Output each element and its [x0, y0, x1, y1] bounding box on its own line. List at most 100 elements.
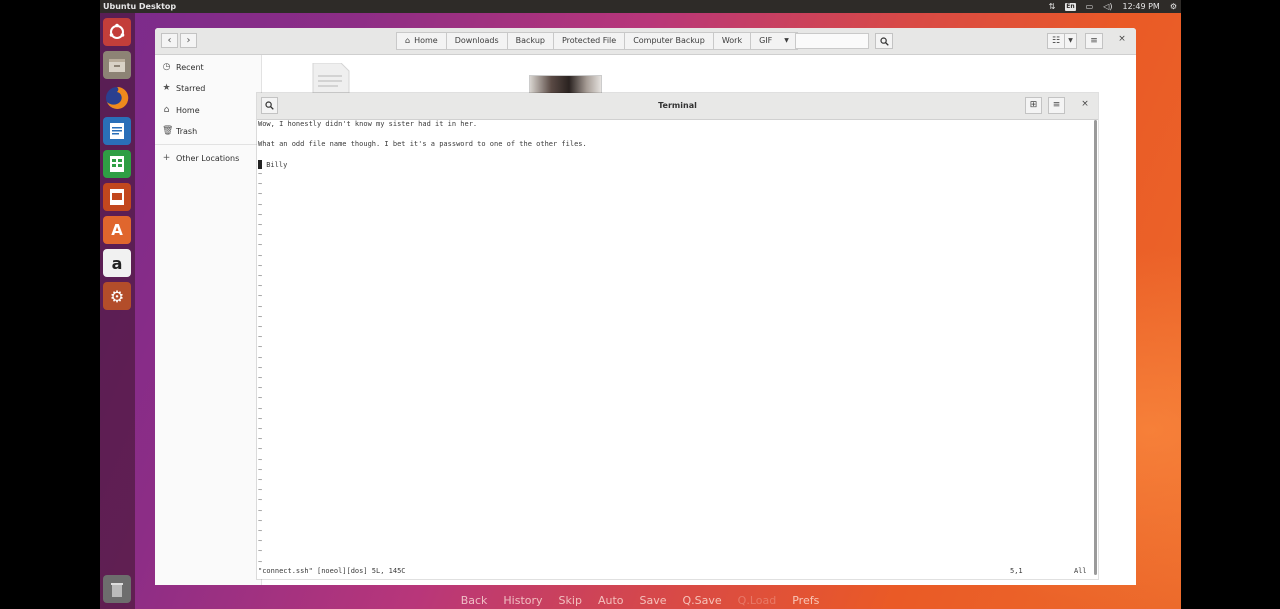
tilde-marker: ~	[258, 333, 263, 342]
terminal-menu-button[interactable]: ≡	[1048, 97, 1065, 114]
close-icon[interactable]: ×	[1078, 99, 1092, 109]
new-tab-icon: ⊞	[1029, 100, 1038, 110]
tilde-marker: ~	[258, 323, 263, 331]
tilde-marker: ~	[258, 465, 263, 474]
back-button[interactable]: ‹	[161, 33, 178, 48]
tilde-marker: ~	[258, 455, 263, 464]
quick-menu-qsave[interactable]: Q.Save	[675, 593, 730, 609]
sidebar-item-recent[interactable]: ◷ Recent	[162, 62, 204, 72]
tilde-marker: ~	[258, 547, 263, 556]
tilde-marker: ~	[258, 231, 263, 240]
terminal-scrollbar[interactable]	[1094, 120, 1097, 575]
calc-icon[interactable]	[103, 150, 131, 178]
tilde-marker: ~	[258, 414, 263, 423]
terminal-header: Terminal ⊞ ≡ ×	[257, 93, 1098, 120]
tilde-marker: ~	[258, 272, 263, 280]
tilde-marker: ~	[258, 496, 263, 505]
writer-icon[interactable]	[103, 117, 131, 145]
amazon-icon[interactable]: a	[103, 249, 131, 277]
software-center-icon[interactable]: A	[103, 216, 131, 244]
search-icon	[879, 37, 889, 46]
firefox-icon[interactable]	[103, 84, 131, 112]
tilde-marker: ~	[258, 251, 263, 260]
forward-button[interactable]: ›	[180, 33, 197, 48]
quick-menu-prefs[interactable]: Prefs	[784, 593, 827, 609]
hamburger-icon: ≡	[1052, 100, 1061, 110]
tilde-marker: ~	[258, 343, 263, 352]
network-icon[interactable]: ⇅	[1049, 0, 1056, 13]
search-button[interactable]	[875, 33, 893, 49]
tilde-marker: ~	[258, 302, 263, 311]
tilde-marker: ~	[258, 506, 263, 515]
path-backup[interactable]: Backup	[506, 32, 554, 50]
top-panel: Ubuntu Desktop ⇅ En ▭ ◁) 12:49 PM ⚙	[100, 0, 1181, 13]
plus-icon: +	[162, 153, 171, 163]
tilde-marker: ~	[258, 170, 263, 178]
clock[interactable]: 12:49 PM	[1123, 0, 1160, 13]
path-protected-file[interactable]: Protected File	[552, 32, 626, 50]
tilde-marker: ~	[258, 353, 263, 362]
quick-menu-qload[interactable]: Q.Load	[730, 593, 785, 609]
terminal-title: Terminal	[658, 101, 697, 110]
tilde-marker: ~	[258, 394, 263, 403]
sidebar-item-home[interactable]: ⌂ Home	[162, 105, 200, 115]
tilde-marker: ~	[258, 537, 263, 546]
tilde-marker: ~	[258, 210, 263, 219]
sidebar-item-other-locations[interactable]: + Other Locations	[162, 153, 240, 163]
path-home[interactable]: ⌂ Home	[396, 32, 447, 50]
location-entry[interactable]	[795, 33, 869, 49]
sidebar-divider	[155, 144, 261, 145]
tilde-marker: ~	[258, 312, 263, 321]
new-tab-button[interactable]: ⊞	[1025, 97, 1042, 114]
view-mode-button[interactable]: ☷	[1047, 33, 1065, 49]
image-file-thumbnail[interactable]	[529, 75, 602, 95]
home-icon: ⌂	[405, 36, 411, 45]
quick-menu-back[interactable]: Back	[453, 593, 496, 609]
files-icon[interactable]	[103, 51, 131, 79]
clock-icon: ◷	[162, 62, 171, 72]
menu-button[interactable]: ≡	[1085, 33, 1103, 49]
tilde-marker: ~	[258, 404, 263, 413]
home-icon: ⌂	[163, 105, 170, 115]
quick-menu-history[interactable]: History	[495, 593, 550, 609]
quick-menu-skip[interactable]: Skip	[551, 593, 590, 609]
file-manager-header: ‹ › ⌂ Home Downloads Backup Protected Fil…	[155, 28, 1136, 55]
dropdown-arrow-icon: ▼	[784, 37, 789, 44]
terminal-line: Wow, I honestly didn't know my sister ha…	[258, 120, 478, 128]
chevron-down-icon: ▼	[1068, 37, 1073, 44]
volume-icon[interactable]: ◁)	[1103, 0, 1112, 13]
terminal-line-cursor: Billy	[258, 160, 287, 169]
places-sidebar: ◷ Recent ★ Starred ⌂ Home 🗑 Trash + Other Loc…	[155, 55, 262, 585]
path-bar: ⌂ Home Downloads Backup Protected File Co…	[396, 32, 798, 50]
path-downloads[interactable]: Downloads	[445, 32, 508, 50]
quick-menu-auto[interactable]: Auto	[590, 593, 632, 609]
tilde-marker: ~	[258, 476, 263, 484]
terminal-content[interactable]: Wow, I honestly didn't know my sister ha…	[257, 120, 1093, 579]
path-gif[interactable]: GIF ▼	[750, 32, 798, 50]
battery-icon[interactable]: ▭	[1086, 0, 1094, 13]
tilde-marker: ~	[258, 363, 263, 372]
sidebar-item-trash[interactable]: 🗑 Trash	[162, 126, 197, 136]
ubuntu-dash-icon[interactable]	[103, 18, 131, 46]
hamburger-icon: ≡	[1090, 36, 1098, 46]
tilde-marker: ~	[258, 180, 263, 189]
keyboard-layout-indicator[interactable]: En	[1065, 2, 1076, 11]
tilde-marker: ~	[258, 486, 263, 495]
tilde-marker: ~	[258, 445, 263, 454]
document-file-icon[interactable]	[311, 62, 351, 97]
tilde-marker: ~	[258, 292, 263, 301]
path-computer-backup[interactable]: Computer Backup	[624, 32, 714, 50]
terminal-line: What an odd file name though. I bet it's…	[258, 140, 587, 148]
system-settings-icon[interactable]: ⚙	[103, 282, 131, 310]
system-tray: ⇅ En ▭ ◁) 12:49 PM ⚙	[1049, 0, 1177, 13]
path-work[interactable]: Work	[712, 32, 752, 50]
quick-menu-save[interactable]: Save	[632, 593, 675, 609]
view-options-button[interactable]: ▼	[1064, 33, 1077, 49]
terminal-window: Terminal ⊞ ≡ × Wow, I honestly didn't kn…	[257, 93, 1098, 579]
vim-status-scroll: All	[1074, 567, 1087, 575]
impress-icon[interactable]	[103, 183, 131, 211]
sidebar-item-starred[interactable]: ★ Starred	[162, 83, 205, 93]
gear-icon[interactable]: ⚙	[1170, 0, 1177, 13]
active-app-title: Ubuntu Desktop	[103, 2, 177, 11]
close-icon[interactable]: ×	[1115, 34, 1129, 44]
